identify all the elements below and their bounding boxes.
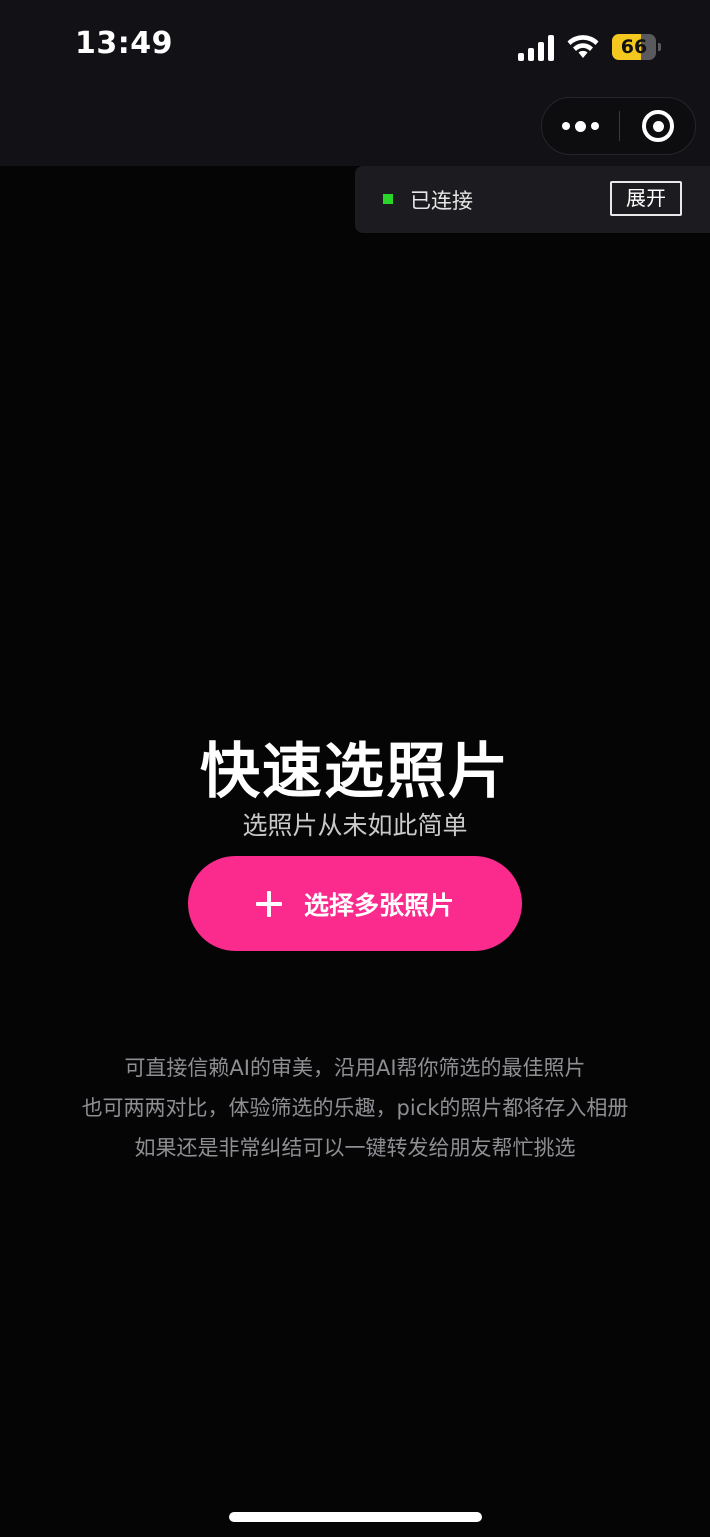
signal-icon <box>518 35 556 61</box>
home-indicator[interactable] <box>229 1512 482 1522</box>
status-time: 13:49 <box>75 26 173 61</box>
battery-icon: 66 <box>612 34 661 60</box>
select-photos-button[interactable]: 选择多张照片 <box>188 856 522 951</box>
close-target-icon[interactable] <box>620 98 696 154</box>
connection-panel: 已连接 展开 <box>355 166 710 233</box>
page-subtitle: 选照片从未如此简单 <box>242 811 468 840</box>
battery-level: 66 <box>620 36 648 58</box>
mini-program-capsule <box>541 97 696 155</box>
connection-status: 已连接 <box>410 189 473 213</box>
connected-indicator-icon <box>383 194 393 204</box>
description-line: 可直接信赖AI的审美，沿用AI帮你筛选的最佳照片 <box>124 1056 586 1080</box>
description-line: 如果还是非常纠结可以一键转发给朋友帮忙挑选 <box>134 1136 576 1160</box>
wifi-icon <box>567 35 599 58</box>
more-dots-icon[interactable] <box>542 98 619 154</box>
expand-button[interactable]: 展开 <box>610 181 682 216</box>
select-photos-label: 选择多张照片 <box>303 890 454 920</box>
plus-icon <box>255 890 282 917</box>
description: 可直接信赖AI的审美，沿用AI帮你筛选的最佳照片 也可两两对比，体验筛选的乐趣，… <box>0 1048 710 1168</box>
description-line: 也可两两对比，体验筛选的乐趣，pick的照片都将存入相册 <box>81 1096 629 1120</box>
page-title: 快速选照片 <box>200 737 510 807</box>
